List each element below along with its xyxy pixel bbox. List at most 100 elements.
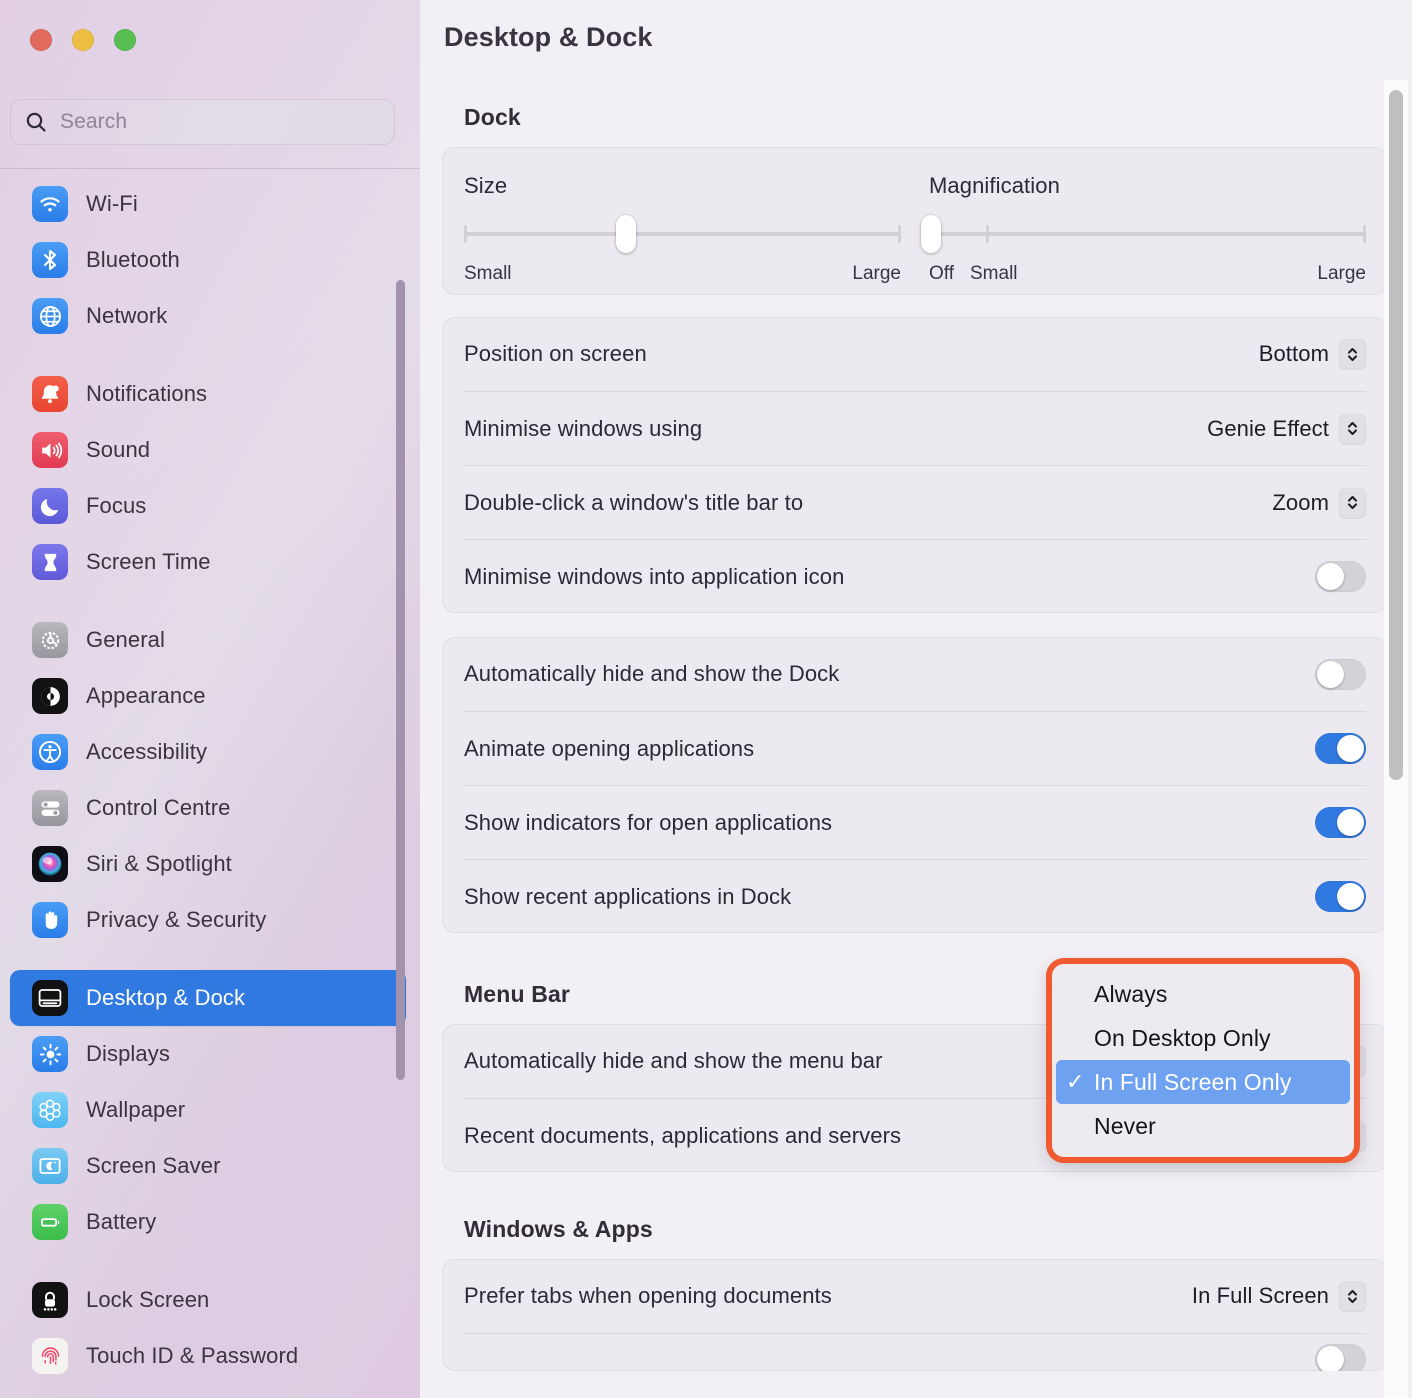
minimise-button[interactable] (72, 29, 94, 51)
sidebar-item-siri-spotlight[interactable]: Siri & Spotlight (10, 836, 406, 892)
settings-row[interactable]: Animate opening applications (464, 711, 1366, 785)
sidebar-item-desktop-dock[interactable]: Desktop & Dock (10, 970, 406, 1026)
slider-thumb[interactable] (921, 215, 941, 253)
globe-icon (32, 298, 68, 334)
speaker-icon (32, 432, 68, 468)
slider-tick-max (898, 225, 901, 243)
sidebar-item-battery[interactable]: Battery (10, 1194, 406, 1250)
sidebar-item-touch-id-password[interactable]: Touch ID & Password (10, 1328, 406, 1384)
sidebar-item-label: General (86, 627, 165, 652)
zoom-button[interactable] (114, 29, 136, 51)
toggle-switch[interactable] (1315, 561, 1366, 592)
settings-row[interactable]: Prefer tabs when opening documents In Ful… (464, 1259, 1366, 1333)
dock-size-label: Size (464, 173, 508, 198)
menu-item-label: On Desktop Only (1094, 1024, 1271, 1051)
settings-row-control (1315, 733, 1366, 764)
toggle-switch[interactable] (1315, 807, 1366, 838)
toggle-knob (1317, 660, 1344, 688)
dock-size-control: Size Small Large (464, 147, 901, 295)
page-header: Desktop & Dock (420, 0, 1412, 82)
toggle-switch[interactable] (1315, 733, 1366, 764)
hand-icon (32, 902, 68, 938)
chevron-updown-icon[interactable] (1339, 339, 1366, 369)
dock-mag-max-label: Large (1317, 263, 1366, 284)
sidebar-item-label: Battery (86, 1209, 157, 1234)
search-field[interactable]: Search (10, 99, 395, 145)
toggle-switch[interactable] (1315, 1344, 1366, 1371)
sidebar-item-appearance[interactable]: Appearance (10, 668, 406, 724)
toggle-knob (1337, 735, 1364, 762)
toggle-knob (1317, 563, 1344, 590)
toggle-switch[interactable] (1315, 881, 1366, 912)
dock-size-slider[interactable] (464, 215, 901, 253)
menu-item[interactable]: ✓ In Full Screen Only (1056, 1060, 1350, 1104)
desktop-dock-icon (32, 980, 68, 1016)
settings-row[interactable]: Show indicators for open applications (464, 785, 1366, 859)
sidebar-item-screen-saver[interactable]: Screen Saver (10, 1138, 406, 1194)
sidebar-item-label: Desktop & Dock (86, 985, 246, 1010)
select-value: Bottom (1258, 341, 1329, 366)
close-button[interactable] (30, 29, 52, 51)
sidebar-item-network[interactable]: Network (10, 288, 406, 344)
position-dropdown-menu[interactable]: Always On Desktop Only ✓ In Full Screen Onl… (1046, 958, 1360, 1163)
chevron-updown-icon[interactable] (1339, 487, 1366, 518)
toggle-switch[interactable] (1315, 658, 1366, 690)
menu-item[interactable]: Always (1056, 972, 1350, 1016)
chevron-updown-icon[interactable] (1339, 413, 1366, 444)
settings-row-label: Position on screen (464, 341, 647, 366)
settings-row-control (1315, 807, 1366, 838)
sidebar-item-control-centre[interactable]: Control Centre (10, 780, 406, 836)
slider-thumb[interactable] (615, 215, 636, 253)
battery-icon (32, 1204, 68, 1240)
chevron-updown-icon[interactable] (1339, 1281, 1366, 1311)
menu-item[interactable]: On Desktop Only (1056, 1016, 1350, 1060)
sidebar-item-displays[interactable]: Displays (10, 1026, 406, 1082)
sidebar-scrollbar[interactable] (396, 280, 405, 1080)
settings-row-label: Prefer tabs when opening documents (464, 1283, 832, 1308)
sidebar-item-wallpaper[interactable]: Wallpaper (10, 1082, 406, 1138)
sidebar-list: Wi-Fi Bluetooth Network Notifications Sound F… (0, 176, 420, 1398)
sidebar-item-lock-screen[interactable]: Lock Screen (10, 1272, 406, 1328)
dock-mag-small-label: Small (970, 263, 1018, 284)
sidebar-item-label: Focus (86, 493, 147, 518)
dock-mag-off-label: Off (929, 263, 954, 284)
settings-row-control: Genie Effect (1207, 413, 1366, 444)
menu-item-label: Never (1094, 1112, 1156, 1139)
sidebar: Search Wi-Fi Bluetooth Network Notification… (0, 0, 420, 1398)
settings-row[interactable] (464, 1333, 1366, 1371)
dock-options-card-1: Position on screen Bottom Minimise windows… (442, 317, 1388, 613)
dock-size-scale: Small Large (464, 263, 901, 285)
sidebar-item-sound[interactable]: Sound (10, 422, 406, 478)
dock-magnification-slider[interactable] (921, 215, 1366, 253)
menu-item[interactable]: Never (1056, 1104, 1350, 1148)
sidebar-item-general[interactable]: General (10, 612, 406, 668)
sidebar-item-notifications[interactable]: Notifications (10, 366, 406, 422)
settings-row-label: Show recent applications in Dock (464, 883, 792, 909)
sidebar-item-accessibility[interactable]: Accessibility (10, 724, 406, 780)
main-scrollbar[interactable] (1389, 90, 1403, 780)
sidebar-item-label: Accessibility (86, 739, 208, 764)
settings-row[interactable]: Show recent applications in Dock (464, 859, 1366, 933)
menu-item-label: Always (1094, 980, 1168, 1007)
sidebar-item-privacy-security[interactable]: Privacy & Security (10, 892, 406, 948)
sidebar-item-bluetooth[interactable]: Bluetooth (10, 232, 406, 288)
toggle-knob (1317, 1346, 1344, 1371)
slider-track (929, 232, 1366, 236)
settings-row[interactable]: Double-click a window's title bar to Zoom (464, 465, 1366, 539)
slider-tick-max (1363, 225, 1366, 243)
sidebar-item-label: Displays (86, 1041, 170, 1066)
settings-row[interactable]: Position on screen Bottom (464, 317, 1366, 391)
select-value: Genie Effect (1207, 415, 1329, 441)
sidebar-item-label: Screen Saver (86, 1153, 221, 1178)
sidebar-item-wi-fi[interactable]: Wi-Fi (10, 176, 406, 232)
sidebar-item-screen-time[interactable]: Screen Time (10, 534, 406, 590)
settings-row-control: Bottom (1259, 339, 1366, 369)
sidebar-item-label: Notifications (86, 381, 208, 406)
settings-row-control (1315, 881, 1366, 912)
settings-row[interactable]: Automatically hide and show the Dock (464, 637, 1366, 711)
settings-row[interactable]: Minimise windows using Genie Effect (464, 391, 1366, 465)
sidebar-item-focus[interactable]: Focus (10, 478, 406, 534)
settings-row[interactable]: Minimise windows into application icon (464, 539, 1366, 613)
